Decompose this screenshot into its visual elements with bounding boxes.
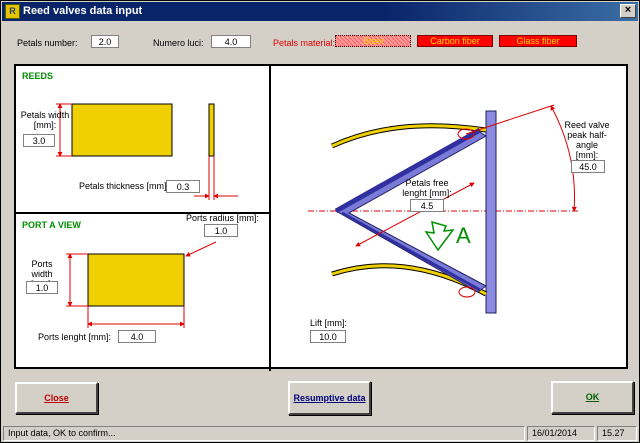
material-steel-button[interactable]: Steel — [335, 35, 411, 47]
numero-luci-input[interactable]: 4.0 — [211, 35, 251, 48]
port-a-view-title: PORT A VIEW — [22, 220, 81, 230]
window-close-icon[interactable]: × — [620, 4, 636, 18]
material-carbon-fiber-button[interactable]: Carbon fiber — [417, 35, 493, 47]
status-message: Input data, OK to confirm... — [3, 426, 525, 441]
petal-side-rect — [208, 103, 215, 157]
ports-length-label: Ports lenght [mm]: — [38, 332, 112, 342]
petals-thickness-label: Petals thickness [mm]: — [79, 181, 170, 191]
ports-radius-input[interactable]: 1.0 — [204, 224, 238, 237]
view-a-letter: A — [456, 223, 471, 248]
petals-number-label: Petals number: — [17, 38, 78, 48]
reed-app-icon: R — [5, 4, 20, 19]
lift-label: Lift [mm]: — [310, 318, 348, 328]
ports-width-input[interactable]: 1.0 — [26, 281, 58, 294]
ok-button[interactable]: OK — [551, 381, 634, 414]
petals-number-input[interactable]: 2.0 — [91, 35, 119, 48]
half-angle-label: Reed valve peak half-angle [mm]: — [564, 120, 610, 160]
petals-free-length-label: Petals free lenght [mm]: — [402, 178, 452, 198]
petals-thickness-input[interactable]: 0.3 — [166, 180, 200, 193]
petals-width-input[interactable]: 3.0 — [23, 134, 55, 147]
status-time: 15.27 — [597, 426, 637, 441]
petal-rect — [71, 103, 173, 157]
port-rect — [87, 253, 185, 307]
petals-free-length-input[interactable]: 4.5 — [410, 199, 444, 212]
petals-width-label: Petals width [mm]: — [20, 110, 70, 130]
half-angle-input[interactable]: 45.0 — [571, 160, 605, 173]
status-bar: Input data, OK to confirm... 16/01/2014 … — [3, 426, 637, 441]
material-glass-fiber-button[interactable]: Glass fiber — [499, 35, 577, 47]
ports-length-input[interactable]: 4.0 — [118, 330, 156, 343]
reed-valves-window: R Reed valves data input × Petals number… — [0, 0, 640, 443]
lift-input[interactable]: 10.0 — [310, 330, 346, 343]
petals-material-label: Petals material: — [273, 38, 336, 48]
reeds-title: REEDS — [22, 71, 54, 81]
numero-luci-label: Numero luci: — [153, 38, 204, 48]
close-button[interactable]: Close — [15, 382, 98, 414]
resumptive-data-button[interactable]: Resumptive data — [288, 381, 371, 415]
window-title: Reed valves data input — [23, 5, 143, 17]
ports-radius-label: Ports radius [mm]: — [186, 213, 260, 223]
status-date: 16/01/2014 — [527, 426, 595, 441]
drawing-frame: REEDS Petals width [mm]: 3.0 Petals thic… — [14, 64, 628, 371]
title-bar: R Reed valves data input × — [2, 2, 638, 21]
reed-valve-drawing — [308, 104, 580, 314]
